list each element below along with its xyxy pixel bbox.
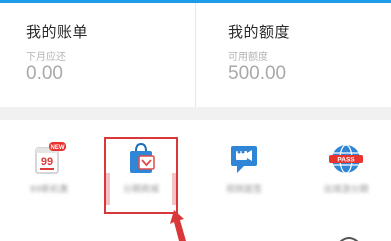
page: 我的账单 下月应还 0.00 我的额度 可用额度 500.00 99 NEW 9… [0,0,391,241]
service-tile-99-phone[interactable]: 99 NEW 99新机惠 [0,120,98,220]
my-quota-title: 我的额度 [228,23,291,41]
calendar-number: 99 [41,156,53,168]
service-label: 99新机惠 [29,185,69,195]
highlight-pink-bar-right [172,173,176,205]
pass-badge-text: PASS [337,157,355,164]
floating-button-edge [339,237,359,241]
available-quota-amount: 500.00 [228,63,287,84]
service-label: 出境游分期 [323,185,369,195]
service-label: 视频面签 [225,185,263,195]
account-summary: 我的账单 下月应还 0.00 我的额度 可用额度 500.00 [0,3,391,107]
video-chat-icon [231,146,257,173]
new-badge-text: NEW [51,145,65,151]
my-bill-panel[interactable]: 我的账单 下月应还 0.00 [0,3,196,107]
my-quota-panel[interactable]: 我的额度 可用额度 500.00 [196,3,391,107]
highlight-box [104,137,178,214]
highlight-pink-bar-left [106,173,110,205]
service-tile-travel-installment[interactable]: PASS 出境游分期 [297,120,391,220]
my-bill-title: 我的账单 [26,23,89,41]
service-tile-video-sign[interactable]: 视频面签 [195,120,293,220]
next-month-due-label: 下月应还 [26,52,66,63]
available-quota-label: 可用额度 [228,52,268,63]
section-divider [0,107,391,120]
red-arrow-icon [170,210,186,241]
calendar-99-new-icon: 99 NEW [35,142,66,174]
next-month-due-amount: 0.00 [26,63,63,84]
globe-pass-icon: PASS [329,144,363,174]
